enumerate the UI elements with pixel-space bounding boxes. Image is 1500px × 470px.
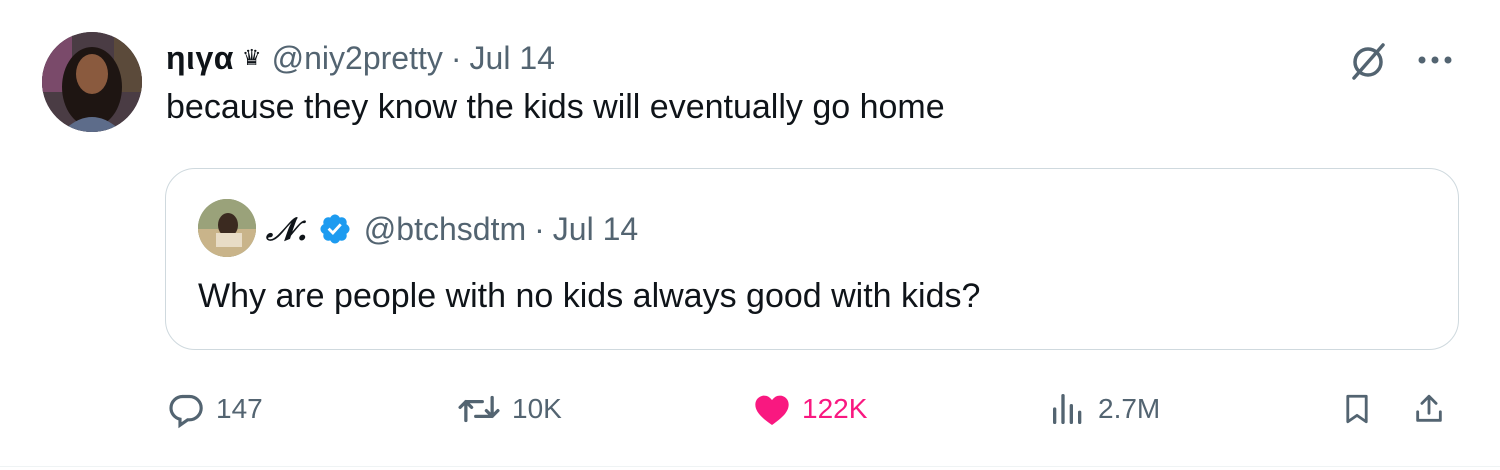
quoted-tweet-text: Why are people with no kids always good … (198, 277, 981, 315)
tweet[interactable]: ηιγα ♛ @niy2pretty · Jul 14 because they… (0, 0, 1500, 470)
quoted-handle[interactable]: @btchsdtm (364, 211, 526, 248)
divider (0, 466, 1500, 467)
reply-button[interactable]: 147 (166, 384, 263, 434)
quoted-display-name[interactable]: 𝒩. (266, 210, 308, 249)
crown-icon: ♛ (241, 45, 262, 70)
author-display-name[interactable]: ηιγα (166, 40, 234, 77)
author-header: ηιγα ♛ @niy2pretty · Jul 14 (166, 38, 555, 78)
like-button[interactable]: 122K (752, 384, 867, 434)
share-icon (1416, 394, 1442, 422)
heart-icon (755, 395, 789, 425)
bookmark-button[interactable] (1340, 384, 1384, 434)
post-date[interactable]: Jul 14 (470, 40, 555, 77)
tweet-text: because they know the kids will eventual… (166, 88, 945, 126)
grok-icon[interactable] (1346, 40, 1390, 84)
repost-button[interactable]: 10K (456, 384, 562, 434)
views-icon (1053, 394, 1082, 424)
author-handle[interactable]: @niy2pretty (272, 40, 443, 77)
more-options-icon[interactable] (1414, 40, 1458, 80)
reply-count: 147 (216, 393, 263, 424)
quoted-author-avatar[interactable] (198, 199, 256, 257)
bookmark-icon (1346, 394, 1368, 424)
repost-icon (458, 395, 500, 423)
author-avatar[interactable] (42, 32, 142, 132)
views-count: 2.7M (1098, 393, 1161, 424)
action-bar: 147 10K 122K 2.7M (0, 384, 1500, 434)
repost-count: 10K (512, 393, 562, 424)
verified-badge-icon (320, 214, 350, 244)
reply-icon (169, 394, 203, 429)
quoted-author-header: 𝒩. @btchsdtm · Jul 14 (266, 209, 638, 249)
like-count: 122K (802, 393, 868, 424)
views-button[interactable]: 2.7M (1048, 384, 1160, 434)
quoted-date[interactable]: Jul 14 (553, 211, 638, 248)
share-button[interactable] (1412, 384, 1456, 434)
quoted-separator-dot: · (534, 210, 545, 247)
separator-dot: · (450, 39, 462, 76)
quoted-tweet[interactable]: 𝒩. @btchsdtm · Jul 14 Why are people wit… (165, 168, 1459, 350)
